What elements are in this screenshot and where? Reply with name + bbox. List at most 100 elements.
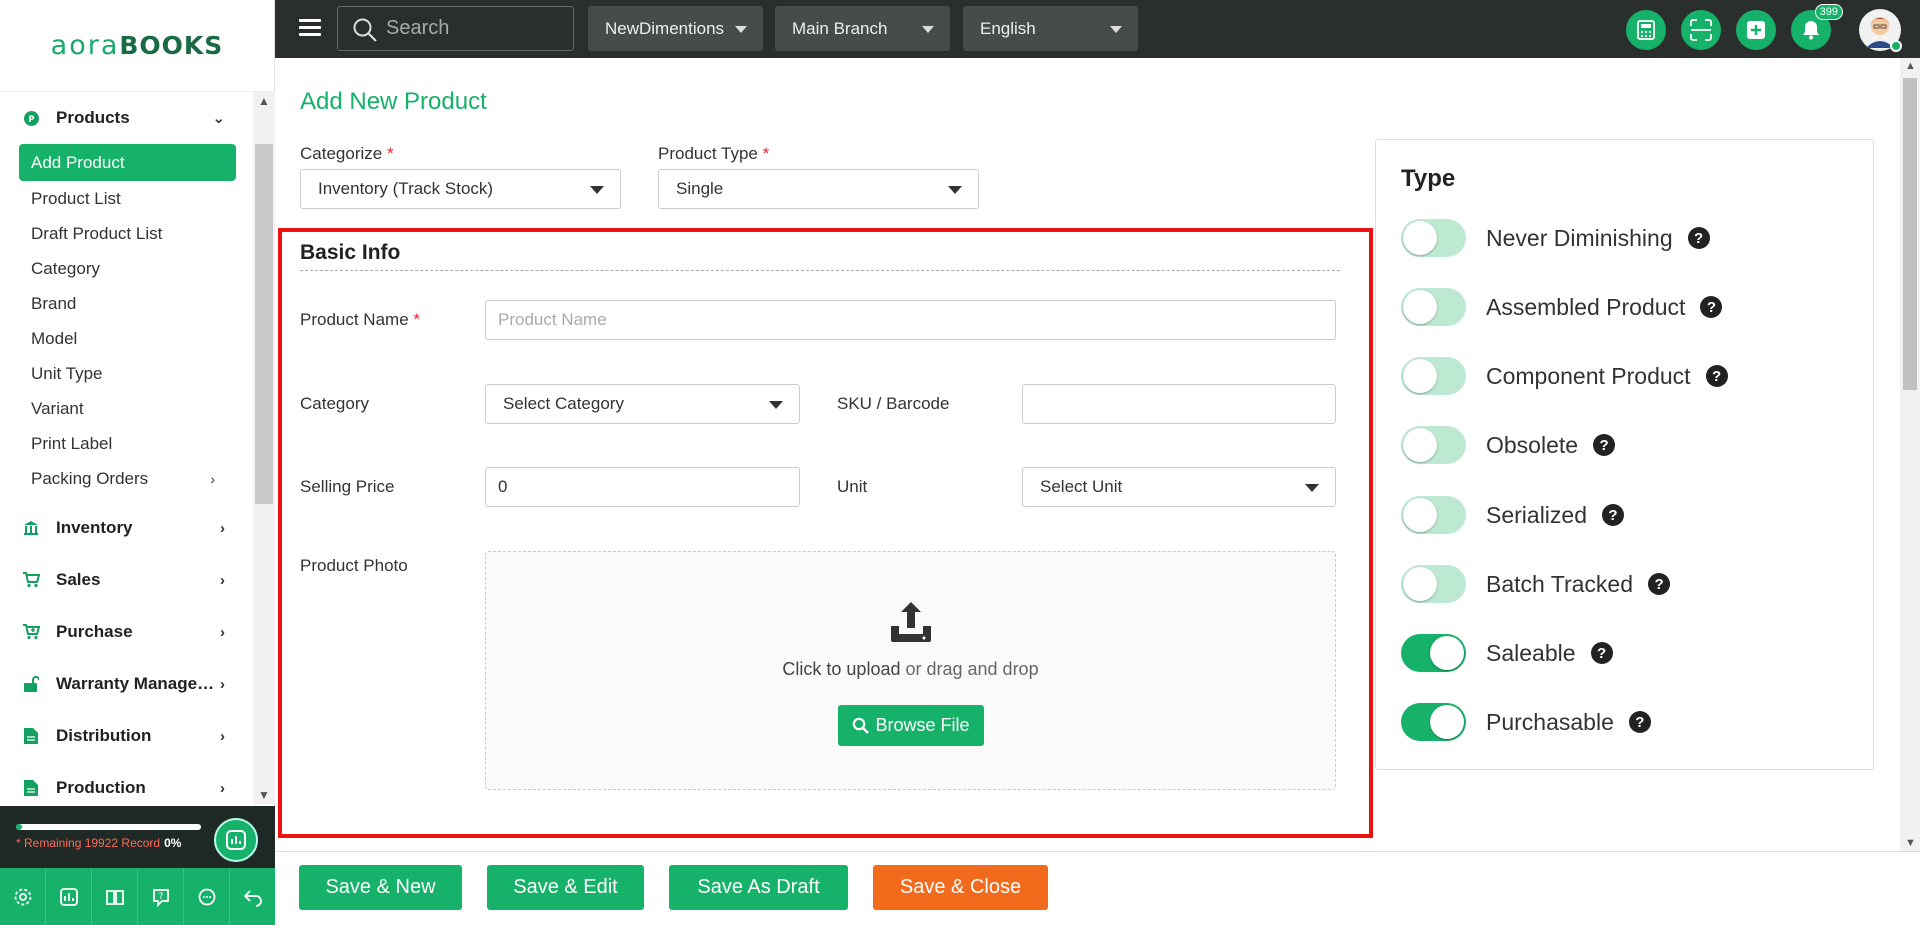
help-question-icon[interactable]: ?	[1590, 642, 1613, 664]
assembled-product-toggle[interactable]	[1401, 288, 1466, 326]
type-option-label: Obsolete	[1486, 431, 1579, 458]
help-question-icon[interactable]: ?	[1628, 711, 1651, 733]
sidebar-group-inventory[interactable]: Inventory ›	[0, 502, 253, 554]
sidebar-item-label: Category	[31, 258, 100, 278]
branch-select[interactable]: Main Branch	[775, 6, 950, 51]
batch-tracked-toggle[interactable]	[1401, 565, 1466, 603]
product-photo-label: Product Photo	[300, 556, 408, 575]
calculator-icon[interactable]	[1626, 10, 1666, 50]
scroll-down-arrow-icon[interactable]: ▼	[258, 788, 270, 802]
sidebar-group-distribution[interactable]: Distribution ›	[0, 710, 253, 762]
help-icon[interactable]: ?	[138, 868, 184, 925]
sidebar-item-unit-type[interactable]: Unit Type	[0, 356, 253, 391]
quick-action-button[interactable]	[214, 818, 258, 862]
type-option-label: Purchasable	[1486, 708, 1614, 735]
type-option-component-product: Component Product ?	[1401, 356, 1728, 396]
sidebar-group-sales[interactable]: Sales ›	[0, 554, 253, 606]
company-select[interactable]: NewDimentions	[588, 6, 763, 51]
scroll-down-arrow-icon[interactable]: ▼	[1905, 837, 1916, 849]
sidebar-scrollbar[interactable]: ▲ ▼	[253, 92, 275, 804]
help-question-icon[interactable]: ?	[1700, 296, 1723, 318]
obsolete-toggle[interactable]	[1401, 426, 1466, 464]
notification-count-badge: 399	[1814, 4, 1843, 20]
file-icon	[22, 779, 40, 797]
product-name-input[interactable]	[485, 300, 1336, 340]
sidebar-group-warranty[interactable]: Warranty Manage… ›	[0, 658, 253, 710]
browse-file-button[interactable]: Browse File	[838, 705, 984, 746]
required-marker: *	[762, 144, 770, 163]
chevron-right-icon: ›	[220, 519, 225, 537]
component-product-toggle[interactable]	[1401, 357, 1466, 395]
scan-icon[interactable]	[1681, 10, 1721, 50]
category-select[interactable]: Select Category	[485, 384, 800, 424]
selling-price-input[interactable]	[485, 467, 800, 507]
photo-upload-dropzone[interactable]: Click to upload or drag and drop Browse …	[485, 551, 1336, 790]
sku-input[interactable]	[1022, 384, 1336, 424]
serialized-toggle[interactable]	[1401, 496, 1466, 534]
save-and-edit-button[interactable]: Save & Edit	[487, 865, 644, 910]
upload-link-text[interactable]: Click to upload	[782, 659, 900, 679]
chat-icon[interactable]	[184, 868, 230, 925]
chart-icon[interactable]	[46, 868, 92, 925]
sidebar-item-variant[interactable]: Variant	[0, 391, 253, 426]
unit-select[interactable]: Select Unit	[1022, 467, 1336, 507]
sidebar-item-category[interactable]: Category	[0, 251, 253, 286]
avatar[interactable]	[1858, 8, 1902, 52]
page-scrollbar[interactable]: ▲ ▼	[1900, 58, 1920, 851]
type-option-label: Component Product	[1486, 362, 1691, 389]
sidebar-group-production[interactable]: Production ›	[0, 762, 253, 804]
search-input[interactable]: Search	[337, 6, 574, 51]
help-question-icon[interactable]: ?	[1648, 573, 1671, 595]
purchasable-toggle[interactable]	[1401, 703, 1466, 741]
book-icon[interactable]	[92, 868, 138, 925]
help-question-icon[interactable]: ?	[1593, 434, 1616, 456]
language-select[interactable]: English	[963, 6, 1138, 51]
type-option-never-diminishing: Never Diminishing ?	[1401, 218, 1710, 258]
file-icon	[22, 727, 40, 745]
browse-file-label: Browse File	[875, 715, 970, 735]
page-scroll-thumb[interactable]	[1903, 78, 1917, 390]
saleable-toggle[interactable]	[1401, 634, 1466, 672]
product-type-label: Product Type *	[658, 144, 769, 164]
settings-icon[interactable]	[0, 868, 46, 925]
product-type-select[interactable]: Single	[658, 169, 979, 209]
sidebar-item-draft-product-list[interactable]: Draft Product List	[0, 216, 253, 251]
sidebar-item-brand[interactable]: Brand	[0, 286, 253, 321]
sidebar-item-add-product[interactable]: Add Product	[19, 144, 236, 181]
sidebar-item-model[interactable]: Model	[0, 321, 253, 356]
categorize-select-value: Inventory (Track Stock)	[318, 179, 494, 198]
save-and-close-button[interactable]: Save & Close	[873, 865, 1048, 910]
bell-icon[interactable]: 399	[1791, 4, 1843, 50]
logo[interactable]: aora BOOKS	[0, 0, 274, 92]
categorize-select[interactable]: Inventory (Track Stock)	[300, 169, 621, 209]
sidebar-footer-toolbar: ?	[0, 868, 275, 925]
sidebar-item-print-label[interactable]: Print Label	[0, 426, 253, 461]
scroll-up-arrow-icon[interactable]: ▲	[1905, 60, 1916, 72]
menu-toggle-icon[interactable]	[299, 19, 321, 37]
product-name-label-text: Product Name	[300, 310, 409, 329]
sidebar-group-products[interactable]: P Products ⌄	[0, 92, 253, 144]
svg-text:?: ?	[158, 892, 163, 902]
save-as-draft-button[interactable]: Save As Draft	[669, 865, 848, 910]
never-diminishing-toggle[interactable]	[1401, 219, 1466, 257]
help-question-icon[interactable]: ?	[1705, 365, 1728, 387]
back-arrow-icon[interactable]	[230, 868, 275, 925]
sidebar-item-label: Brand	[31, 293, 77, 313]
sidebar-group-purchase[interactable]: Purchase ›	[0, 606, 253, 658]
scroll-up-arrow-icon[interactable]: ▲	[258, 94, 270, 108]
save-and-new-button[interactable]: Save & New	[299, 865, 462, 910]
unit-label: Unit	[837, 477, 868, 496]
sidebar-item-packing-orders[interactable]: Packing Orders ›	[0, 461, 253, 496]
type-option-label: Serialized	[1486, 501, 1587, 528]
caret-down-icon	[1305, 484, 1319, 492]
chevron-down-icon: ⌄	[212, 110, 225, 127]
sidebar-footer: * Remaining 19922 Record 0% ?	[0, 806, 275, 925]
help-question-icon[interactable]: ?	[1602, 504, 1624, 526]
sidebar-item-product-list[interactable]: Product List	[0, 181, 253, 216]
basic-info-title: Basic Info	[300, 241, 401, 264]
sidebar-scroll-thumb[interactable]	[255, 144, 273, 504]
help-question-icon[interactable]: ?	[1687, 227, 1710, 249]
sidebar-group-label: Production	[56, 778, 146, 797]
caret-down-icon	[590, 186, 604, 194]
plus-square-icon[interactable]	[1736, 10, 1776, 50]
